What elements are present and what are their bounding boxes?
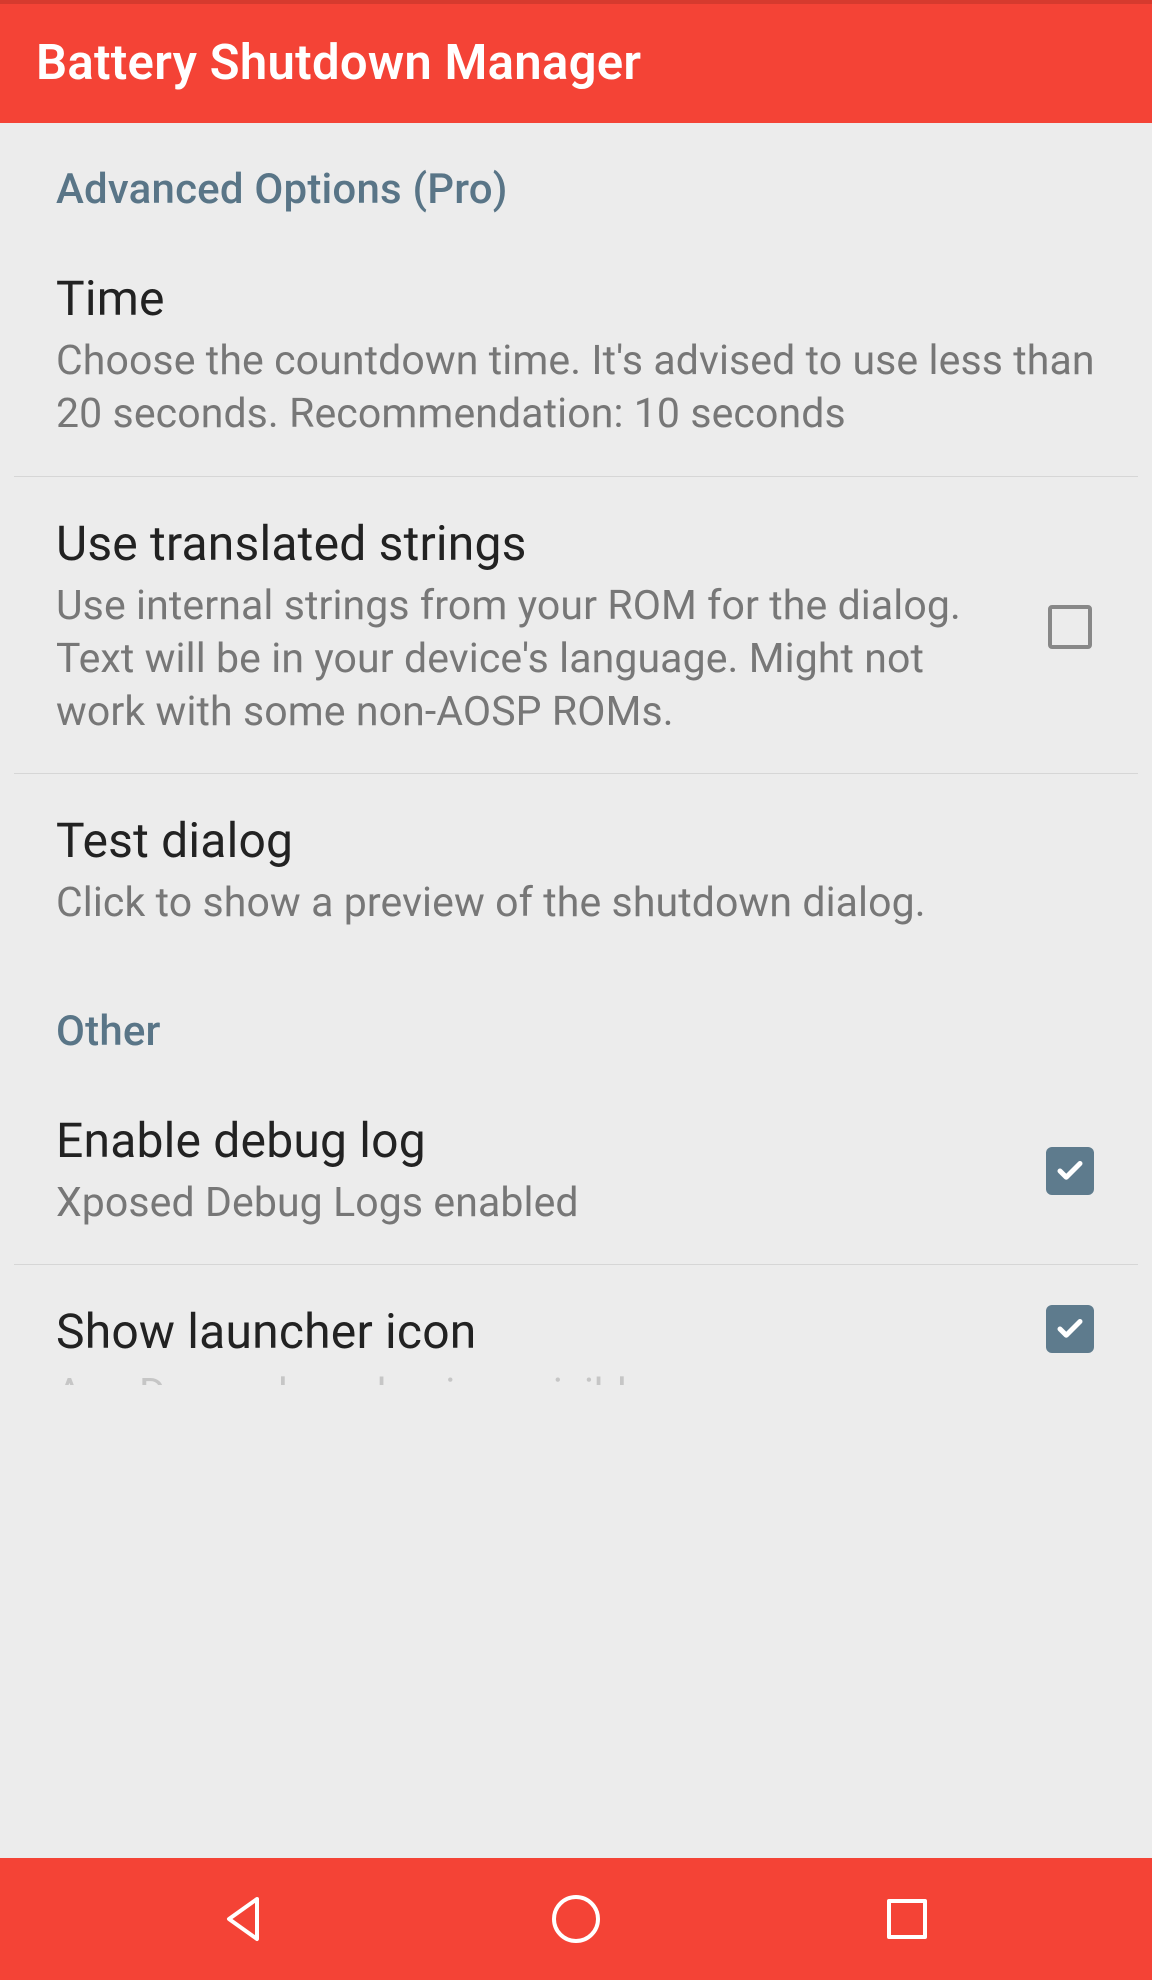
checkbox-debug[interactable] <box>1044 1145 1096 1197</box>
pref-summary: Use internal strings from your ROM for t… <box>56 580 1020 740</box>
pref-translated-strings[interactable]: Use translated strings Use internal stri… <box>14 477 1138 774</box>
pref-summary: App Drawer launcher icon visible <box>56 1368 1020 1385</box>
pref-title: Test dialog <box>56 812 1096 869</box>
section-header-other: Other <box>14 965 1138 1074</box>
pref-debug-log[interactable]: Enable debug log Xposed Debug Logs enabl… <box>14 1074 1138 1264</box>
app-bar: Battery Shutdown Manager <box>0 4 1152 123</box>
settings-content: Advanced Options (Pro) Time Choose the c… <box>0 123 1152 1858</box>
pref-summary: Click to show a preview of the shutdown … <box>56 877 1096 930</box>
pref-text-block: Enable debug log Xposed Debug Logs enabl… <box>56 1112 1020 1230</box>
nav-home-button[interactable] <box>546 1889 606 1949</box>
back-triangle-icon <box>215 1889 275 1949</box>
pref-test-dialog[interactable]: Test dialog Click to show a preview of t… <box>14 774 1138 964</box>
pref-launcher-icon[interactable]: Show launcher icon App Drawer launcher i… <box>14 1265 1138 1385</box>
recents-square-icon <box>877 1889 937 1949</box>
pref-text-block: Test dialog Click to show a preview of t… <box>56 812 1096 930</box>
section-header-advanced: Advanced Options (Pro) <box>14 123 1138 232</box>
pref-text-block: Show launcher icon App Drawer launcher i… <box>56 1303 1020 1385</box>
pref-summary: Xposed Debug Logs enabled <box>56 1177 1020 1230</box>
pref-text-block: Time Choose the countdown time. It's adv… <box>56 270 1096 442</box>
pref-title: Time <box>56 270 1096 327</box>
pref-title: Use translated strings <box>56 515 1020 572</box>
checkbox-launcher[interactable] <box>1044 1303 1096 1355</box>
pref-time[interactable]: Time Choose the countdown time. It's adv… <box>14 232 1138 476</box>
checkbox-checked-icon <box>1046 1305 1094 1353</box>
checkbox-checked-icon <box>1046 1147 1094 1195</box>
checkbox-unchecked-icon <box>1048 605 1092 649</box>
pref-title: Enable debug log <box>56 1112 1020 1169</box>
pref-text-block: Use translated strings Use internal stri… <box>56 515 1020 740</box>
checkmark-icon <box>1055 1314 1085 1344</box>
pref-summary: Choose the countdown time. It's advised … <box>56 335 1096 442</box>
checkmark-icon <box>1055 1156 1085 1186</box>
nav-back-button[interactable] <box>215 1889 275 1949</box>
nav-recents-button[interactable] <box>877 1889 937 1949</box>
pref-title: Show launcher icon <box>56 1303 1020 1360</box>
navigation-bar <box>0 1858 1152 1980</box>
app-title: Battery Shutdown Manager <box>36 34 1116 91</box>
checkbox-translated[interactable] <box>1044 601 1096 653</box>
home-circle-icon <box>546 1889 606 1949</box>
